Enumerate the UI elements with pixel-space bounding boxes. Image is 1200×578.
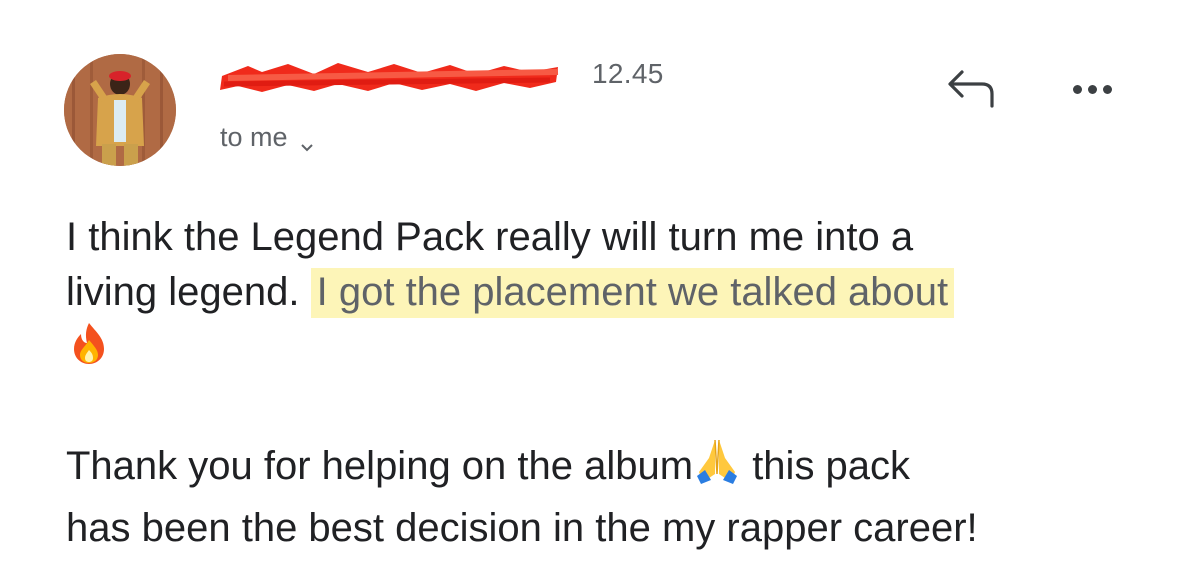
- chevron-down-icon: [300, 131, 314, 151]
- body-para2-a: Thank you for helping on the album: [66, 444, 694, 489]
- reply-icon: [948, 70, 994, 108]
- body-line-5: has been the best decision in the my rap…: [66, 506, 978, 550]
- pray-emoji-icon: [693, 436, 741, 501]
- body-para2-b: this pack: [741, 444, 911, 489]
- highlighted-text: I got the placement we talked about: [310, 268, 955, 318]
- sender-avatar[interactable]: [64, 54, 176, 166]
- email-view: 12.45 to me I think the Legend Pack real…: [0, 0, 1200, 578]
- body-line-1: I think the Legend Pack really will turn…: [66, 215, 914, 259]
- more-horizontal-icon: [1072, 84, 1082, 94]
- fire-emoji-icon: [66, 320, 112, 381]
- body-line-2: living legend. I got the placement we ta…: [66, 265, 1156, 320]
- recipient-toggle[interactable]: to me: [220, 122, 314, 153]
- body-line-4: Thank you for helping on the album this …: [66, 436, 1156, 501]
- more-options-button[interactable]: [1062, 72, 1122, 106]
- email-body: I think the Legend Pack really will turn…: [66, 210, 1156, 556]
- email-time: 12.45: [592, 58, 664, 89]
- body-line-3: [66, 320, 1156, 381]
- body-line-2-start: living legend.: [66, 270, 300, 314]
- recipient-label: to me: [220, 122, 288, 152]
- sender-name-redacted: [218, 58, 562, 96]
- reply-button[interactable]: [944, 66, 1002, 112]
